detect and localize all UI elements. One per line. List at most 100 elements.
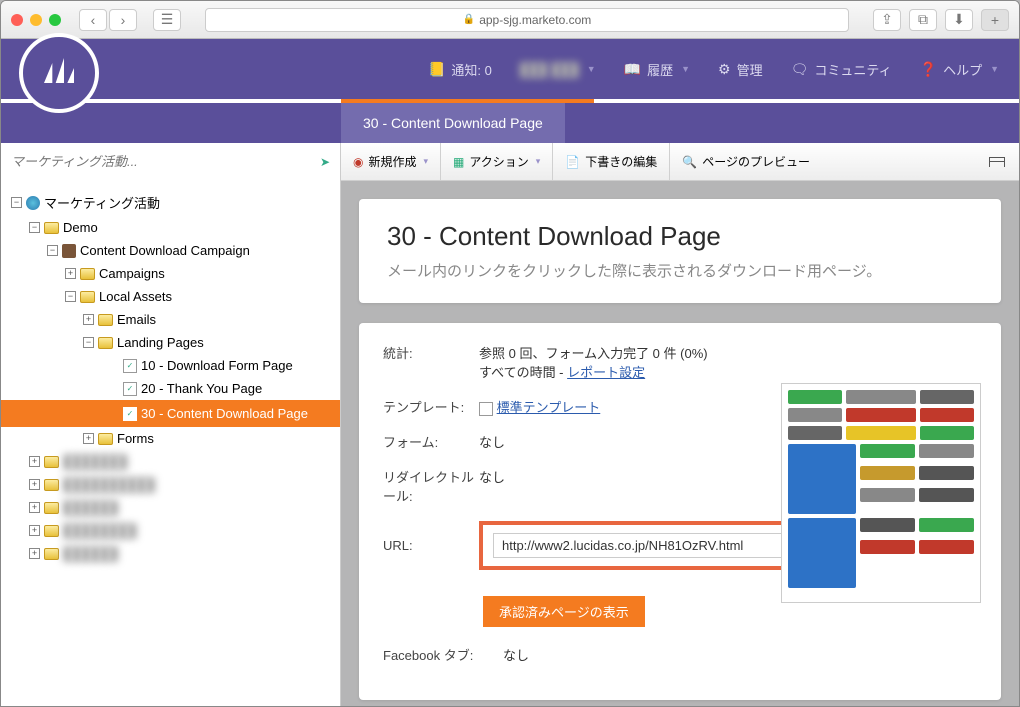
tree-folder-campaigns[interactable]: + Campaigns: [1, 262, 340, 285]
tree-folder-masked[interactable]: + ██████████: [1, 473, 340, 496]
sidebar-button[interactable]: ☰: [153, 9, 181, 31]
form-label: フォーム:: [383, 432, 479, 451]
user-menu[interactable]: ███ ███ ▼: [520, 60, 596, 79]
tree-page-2[interactable]: ✓ 20 - Thank You Page: [1, 377, 340, 400]
tabs-button[interactable]: ⧉: [909, 9, 937, 31]
swatch: [919, 444, 974, 458]
search-input[interactable]: [1, 154, 310, 169]
page-desc: メール内のリンクをクリックした際に表示されるダウンロード用ページ。: [387, 260, 973, 281]
expand-icon[interactable]: +: [83, 314, 94, 325]
notifications-menu[interactable]: 📒 通知: 0: [428, 60, 492, 79]
close-icon[interactable]: [11, 14, 23, 26]
tree-folder-masked[interactable]: + ███████: [1, 450, 340, 473]
tree-folder-lp[interactable]: − Landing Pages: [1, 331, 340, 354]
stats-label: 統計:: [383, 343, 479, 362]
folder-icon: [44, 525, 59, 537]
help-menu[interactable]: ❓ ヘルプ ▼: [920, 60, 999, 79]
collapse-icon[interactable]: −: [47, 245, 58, 256]
view-approved-button[interactable]: 承認済みページの表示: [483, 596, 645, 627]
new-icon: ◉: [353, 155, 363, 169]
swatch: [788, 408, 842, 422]
forward-button[interactable]: ›: [109, 9, 137, 31]
lock-icon: 🔒: [463, 14, 475, 25]
stats-time: すべての時間 -: [479, 365, 567, 380]
downloads-button[interactable]: ⬇: [945, 9, 973, 31]
template-icon: [479, 402, 493, 416]
stats-text: 参照 0 回、フォーム入力完了 0 件 (0%): [479, 346, 708, 361]
dashboard-toggle[interactable]: [975, 157, 1019, 167]
chevron-down-icon: ▾: [424, 156, 429, 167]
browser-window: ‹ › ☰ 🔒 app-sjg.marketo.com ⇪ ⧉ ⬇ + 📒 通知…: [0, 0, 1020, 707]
preview-button[interactable]: 🔍 ページのプレビュー: [670, 143, 822, 180]
expand-icon[interactable]: +: [29, 525, 40, 536]
folder-icon: [80, 291, 95, 303]
folder-icon: [44, 222, 59, 234]
tree-label: Forms: [117, 431, 154, 446]
expand-icon[interactable]: +: [29, 548, 40, 559]
tree-folder-masked[interactable]: + ████████: [1, 519, 340, 542]
swatch: [860, 540, 915, 554]
tree-page-1[interactable]: ✓ 10 - Download Form Page: [1, 354, 340, 377]
tree-page-3-selected[interactable]: ✓ 30 - Content Download Page: [1, 400, 340, 427]
edit-icon: 📄: [565, 155, 580, 169]
redirect-label: リダイレクトルール:: [383, 467, 479, 505]
filter-icon[interactable]: ➤: [310, 155, 340, 169]
traffic-lights: [11, 14, 61, 26]
action-toolbar: ➤ ◉ 新規作成 ▾ ▦ アクション ▾ 📄 下書きの編集 🔍 ページのプレビュ…: [1, 143, 1019, 181]
maximize-icon[interactable]: [49, 14, 61, 26]
expand-icon[interactable]: +: [29, 479, 40, 490]
swatch: [860, 518, 915, 532]
tree-root[interactable]: − マーケティング活動: [1, 189, 340, 216]
swatch: [846, 390, 916, 404]
collapse-icon[interactable]: −: [83, 337, 94, 348]
action-button[interactable]: ▦ アクション ▾: [441, 143, 553, 180]
tree-panel: − マーケティング活動 − Demo − Content Download Ca…: [1, 181, 341, 706]
tree-folder-local[interactable]: − Local Assets: [1, 285, 340, 308]
address-bar[interactable]: 🔒 app-sjg.marketo.com: [205, 8, 849, 32]
community-menu[interactable]: 🗨 コミュニティ: [791, 60, 892, 79]
report-settings-link[interactable]: レポート設定: [567, 365, 645, 380]
minimize-icon[interactable]: [30, 14, 42, 26]
admin-menu[interactable]: ⚙ 管理: [718, 60, 763, 79]
tree-label: ██████: [63, 546, 118, 561]
swatch: [846, 408, 916, 422]
tab-label: 30 - Content Download Page: [363, 115, 543, 131]
edit-draft-button[interactable]: 📄 下書きの編集: [553, 143, 670, 180]
tree-folder-demo[interactable]: − Demo: [1, 216, 340, 239]
back-button[interactable]: ‹: [79, 9, 107, 31]
share-button[interactable]: ⇪: [873, 9, 901, 31]
collapse-icon[interactable]: −: [11, 197, 22, 208]
expand-icon[interactable]: +: [83, 433, 94, 444]
folder-icon: [44, 548, 59, 560]
collapse-icon[interactable]: −: [29, 222, 40, 233]
new-tab-button[interactable]: +: [981, 9, 1009, 31]
tree-label: Demo: [63, 220, 98, 235]
tree-folder-masked[interactable]: + ██████: [1, 542, 340, 565]
swatch: [920, 408, 974, 422]
swatch: [860, 444, 915, 458]
notify-label: 通知: 0: [451, 60, 491, 79]
tree-label: ████████: [63, 523, 137, 538]
tab-strip: 30 - Content Download Page: [1, 103, 1019, 143]
swatch: [919, 518, 974, 532]
history-menu[interactable]: 📖 履歴 ▼: [624, 60, 690, 79]
marketo-logo[interactable]: [19, 33, 99, 113]
expand-icon[interactable]: +: [65, 268, 76, 279]
globe-icon: [26, 196, 40, 210]
tree-label: マーケティング活動: [44, 193, 160, 212]
tree-folder-emails[interactable]: + Emails: [1, 308, 340, 331]
expand-icon[interactable]: +: [29, 502, 40, 513]
tree-program[interactable]: − Content Download Campaign: [1, 239, 340, 262]
expand-icon[interactable]: +: [29, 456, 40, 467]
tree-folder-forms[interactable]: + Forms: [1, 427, 340, 450]
thumbnail-preview[interactable]: [781, 383, 981, 603]
template-link[interactable]: 標準テンプレート: [497, 400, 601, 415]
preview-icon: 🔍: [682, 155, 697, 169]
new-button[interactable]: ◉ 新規作成 ▾: [341, 143, 441, 180]
collapse-icon[interactable]: −: [65, 291, 76, 302]
url-label: URL:: [383, 538, 479, 553]
tree-folder-masked[interactable]: + ██████: [1, 496, 340, 519]
chevron-down-icon: ▼: [587, 64, 596, 74]
tree-label: ███████: [63, 454, 127, 469]
asset-tab[interactable]: 30 - Content Download Page: [341, 103, 565, 143]
